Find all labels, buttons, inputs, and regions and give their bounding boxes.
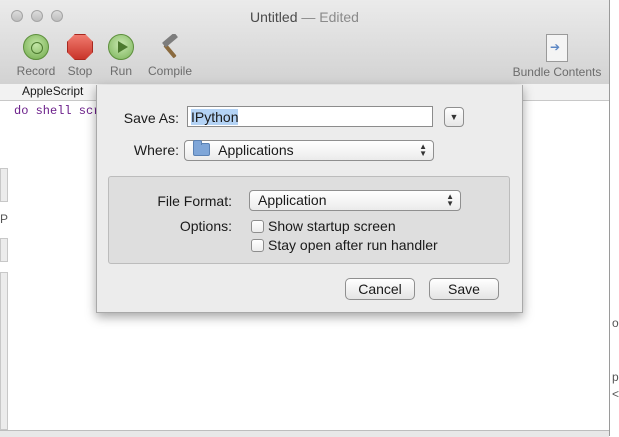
bundle-contents-icon [546, 34, 568, 62]
hammer-icon [157, 32, 183, 60]
save-as-label: Save As: [123, 110, 179, 126]
stop-icon [67, 34, 93, 60]
save-button[interactable]: Save [429, 278, 499, 300]
run-icon [108, 34, 134, 60]
stop-label: Stop [67, 64, 93, 78]
save-as-field[interactable]: IPython [187, 106, 433, 127]
save-as-value: IPython [191, 109, 239, 125]
stop-button[interactable]: Stop [62, 34, 98, 78]
file-format-value: Application [258, 192, 327, 208]
window-title-name: Untitled [250, 9, 298, 25]
where-label: Where: [133, 142, 179, 158]
title-bar: Untitled — Edited Record Stop Run Compil… [0, 0, 609, 85]
background-panel-edge [0, 168, 8, 202]
chevron-down-icon: ▼ [449, 112, 459, 122]
file-format-label: File Format: [157, 193, 232, 209]
stay-open-checkbox[interactable] [251, 239, 264, 252]
window-title-edited: — Edited [301, 9, 359, 25]
background-glyph: o [612, 316, 619, 330]
background-panel-edge [0, 272, 8, 430]
background-glyph: P [0, 212, 9, 226]
file-format-popup[interactable]: Application ▲ ▼ [249, 190, 461, 211]
where-value: Applications [218, 142, 294, 158]
stay-open-label[interactable]: Stay open after run handler [268, 237, 438, 253]
folder-icon [193, 140, 210, 156]
show-startup-screen-label[interactable]: Show startup screen [268, 218, 396, 234]
background-glyph: < [612, 387, 619, 401]
bundle-contents-button[interactable]: Bundle Contents [510, 34, 604, 79]
up-down-arrows-icon: ▲ ▼ [419, 142, 427, 158]
background-panel-edge [0, 238, 8, 262]
where-popup[interactable]: Applications ▲ ▼ [184, 140, 434, 161]
record-button[interactable]: Record [14, 34, 58, 78]
up-down-arrows-icon: ▲ ▼ [446, 192, 454, 208]
cancel-button[interactable]: Cancel [345, 278, 415, 300]
window-title: Untitled — Edited [0, 9, 609, 25]
run-button[interactable]: Run [104, 34, 138, 78]
record-label: Record [16, 64, 56, 78]
compile-label: Compile [147, 64, 192, 78]
bundle-contents-label: Bundle Contents [512, 65, 602, 79]
run-label: Run [109, 64, 132, 78]
language-selector[interactable]: AppleScript [22, 84, 83, 98]
options-label: Options: [179, 218, 232, 234]
options-group: File Format: Application ▲ ▼ Options: Sho… [108, 176, 510, 264]
code-line[interactable]: do shell scr [14, 104, 100, 118]
background-glyph: p [612, 370, 619, 384]
expand-dialog-button[interactable]: ▼ [444, 107, 464, 127]
save-dialog: Save As: IPython ▼ Where: Applications ▲… [96, 85, 523, 313]
compile-button[interactable]: Compile [144, 32, 196, 78]
record-icon [23, 34, 49, 60]
show-startup-screen-checkbox[interactable] [251, 220, 264, 233]
